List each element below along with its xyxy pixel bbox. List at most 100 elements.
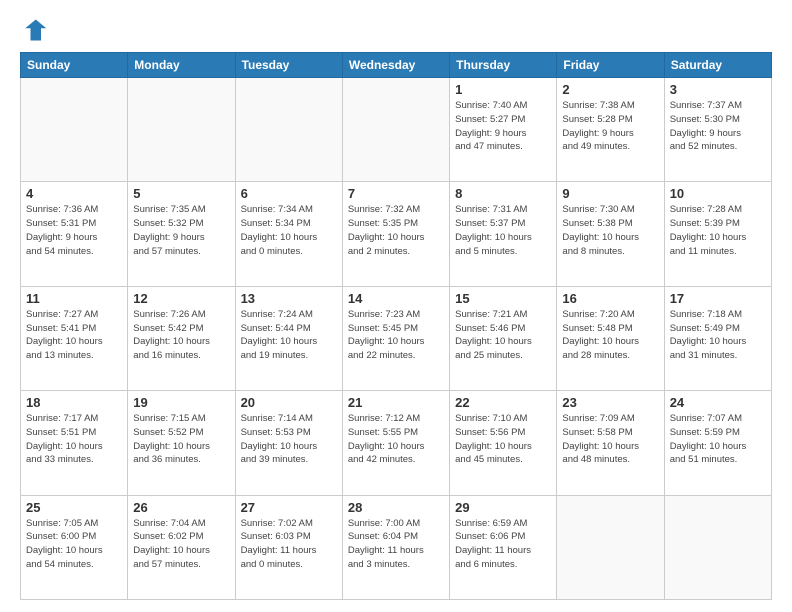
calendar-table: SundayMondayTuesdayWednesdayThursdayFrid… (20, 52, 772, 600)
day-info: Sunrise: 7:05 AM Sunset: 6:00 PM Dayligh… (26, 517, 122, 572)
calendar-cell: 12 Sunrise: 7:26 AM Sunset: 5:42 PM Dayli… (128, 286, 235, 390)
day-number: 3 (670, 82, 766, 97)
day-info: Sunrise: 7:18 AM Sunset: 5:49 PM Dayligh… (670, 308, 766, 363)
day-number: 21 (348, 395, 444, 410)
calendar-cell: 13Sunrise: 7:24 AM Sunset: 5:44 PM Dayli… (235, 286, 342, 390)
weekday-header-monday: Monday (128, 53, 235, 78)
day-info: Sunrise: 7:26 AM Sunset: 5:42 PM Dayligh… (133, 308, 229, 363)
day-info: Sunrise: 7:40 AM Sunset: 5:27 PM Dayligh… (455, 99, 551, 154)
calendar-cell: 3 Sunrise: 7:37 AM Sunset: 5:30 PM Daylig… (664, 78, 771, 182)
calendar-week-row: 25 Sunrise: 7:05 AM Sunset: 6:00 PM Dayli… (21, 495, 772, 599)
calendar-cell: 5Sunrise: 7:35 AM Sunset: 5:32 PM Daylig… (128, 182, 235, 286)
calendar-cell: 22 Sunrise: 7:10 AM Sunset: 5:56 PM Dayli… (450, 391, 557, 495)
day-number: 16 (562, 291, 658, 306)
calendar-cell: 29Sunrise: 6:59 AM Sunset: 6:06 PM Dayli… (450, 495, 557, 599)
day-number: 2 (562, 82, 658, 97)
day-info: Sunrise: 7:27 AM Sunset: 5:41 PM Dayligh… (26, 308, 122, 363)
day-number: 20 (241, 395, 337, 410)
calendar-cell: 8 Sunrise: 7:31 AM Sunset: 5:37 PM Daylig… (450, 182, 557, 286)
calendar-cell: 11 Sunrise: 7:27 AM Sunset: 5:41 PM Dayli… (21, 286, 128, 390)
calendar-cell (235, 78, 342, 182)
calendar-cell: 24 Sunrise: 7:07 AM Sunset: 5:59 PM Dayli… (664, 391, 771, 495)
day-info: Sunrise: 7:38 AM Sunset: 5:28 PM Dayligh… (562, 99, 658, 154)
day-number: 28 (348, 500, 444, 515)
day-info: Sunrise: 7:10 AM Sunset: 5:56 PM Dayligh… (455, 412, 551, 467)
day-info: Sunrise: 7:07 AM Sunset: 5:59 PM Dayligh… (670, 412, 766, 467)
weekday-header-saturday: Saturday (664, 53, 771, 78)
day-number: 11 (26, 291, 122, 306)
day-number: 5 (133, 186, 229, 201)
weekday-header-wednesday: Wednesday (342, 53, 449, 78)
day-info: Sunrise: 7:17 AM Sunset: 5:51 PM Dayligh… (26, 412, 122, 467)
day-number: 17 (670, 291, 766, 306)
calendar-cell (557, 495, 664, 599)
day-info: Sunrise: 7:02 AM Sunset: 6:03 PM Dayligh… (241, 517, 337, 572)
calendar-cell: 19Sunrise: 7:15 AM Sunset: 5:52 PM Dayli… (128, 391, 235, 495)
day-info: Sunrise: 7:31 AM Sunset: 5:37 PM Dayligh… (455, 203, 551, 258)
calendar-cell: 7 Sunrise: 7:32 AM Sunset: 5:35 PM Daylig… (342, 182, 449, 286)
day-number: 25 (26, 500, 122, 515)
day-number: 13 (241, 291, 337, 306)
calendar-cell: 21 Sunrise: 7:12 AM Sunset: 5:55 PM Dayli… (342, 391, 449, 495)
calendar-cell: 15 Sunrise: 7:21 AM Sunset: 5:46 PM Dayli… (450, 286, 557, 390)
day-number: 26 (133, 500, 229, 515)
day-number: 12 (133, 291, 229, 306)
day-number: 9 (562, 186, 658, 201)
weekday-header-sunday: Sunday (21, 53, 128, 78)
day-number: 8 (455, 186, 551, 201)
calendar-cell: 27 Sunrise: 7:02 AM Sunset: 6:03 PM Dayli… (235, 495, 342, 599)
calendar-week-row: 1Sunrise: 7:40 AM Sunset: 5:27 PM Daylig… (21, 78, 772, 182)
day-number: 22 (455, 395, 551, 410)
day-number: 15 (455, 291, 551, 306)
calendar-cell: 6 Sunrise: 7:34 AM Sunset: 5:34 PM Daylig… (235, 182, 342, 286)
day-info: Sunrise: 7:09 AM Sunset: 5:58 PM Dayligh… (562, 412, 658, 467)
calendar-cell: 1Sunrise: 7:40 AM Sunset: 5:27 PM Daylig… (450, 78, 557, 182)
day-number: 19 (133, 395, 229, 410)
calendar-cell: 14Sunrise: 7:23 AM Sunset: 5:45 PM Dayli… (342, 286, 449, 390)
day-info: Sunrise: 7:04 AM Sunset: 6:02 PM Dayligh… (133, 517, 229, 572)
calendar-cell: 10 Sunrise: 7:28 AM Sunset: 5:39 PM Dayli… (664, 182, 771, 286)
calendar-cell: 26 Sunrise: 7:04 AM Sunset: 6:02 PM Dayli… (128, 495, 235, 599)
day-info: Sunrise: 7:37 AM Sunset: 5:30 PM Dayligh… (670, 99, 766, 154)
day-number: 10 (670, 186, 766, 201)
day-number: 7 (348, 186, 444, 201)
calendar-cell: 9 Sunrise: 7:30 AM Sunset: 5:38 PM Daylig… (557, 182, 664, 286)
day-info: Sunrise: 7:32 AM Sunset: 5:35 PM Dayligh… (348, 203, 444, 258)
logo-icon (20, 16, 48, 44)
day-info: Sunrise: 7:14 AM Sunset: 5:53 PM Dayligh… (241, 412, 337, 467)
calendar-cell: 23 Sunrise: 7:09 AM Sunset: 5:58 PM Dayli… (557, 391, 664, 495)
weekday-header-thursday: Thursday (450, 53, 557, 78)
day-info: Sunrise: 7:21 AM Sunset: 5:46 PM Dayligh… (455, 308, 551, 363)
calendar-cell: 2 Sunrise: 7:38 AM Sunset: 5:28 PM Daylig… (557, 78, 664, 182)
day-number: 6 (241, 186, 337, 201)
calendar-cell (128, 78, 235, 182)
weekday-header-row: SundayMondayTuesdayWednesdayThursdayFrid… (21, 53, 772, 78)
calendar-cell: 4Sunrise: 7:36 AM Sunset: 5:31 PM Daylig… (21, 182, 128, 286)
day-number: 27 (241, 500, 337, 515)
day-info: Sunrise: 7:34 AM Sunset: 5:34 PM Dayligh… (241, 203, 337, 258)
calendar-cell: 20 Sunrise: 7:14 AM Sunset: 5:53 PM Dayli… (235, 391, 342, 495)
day-info: Sunrise: 7:30 AM Sunset: 5:38 PM Dayligh… (562, 203, 658, 258)
day-info: Sunrise: 7:28 AM Sunset: 5:39 PM Dayligh… (670, 203, 766, 258)
calendar-cell (342, 78, 449, 182)
calendar-cell: 17 Sunrise: 7:18 AM Sunset: 5:49 PM Dayli… (664, 286, 771, 390)
calendar-week-row: 18 Sunrise: 7:17 AM Sunset: 5:51 PM Dayli… (21, 391, 772, 495)
weekday-header-friday: Friday (557, 53, 664, 78)
page: SundayMondayTuesdayWednesdayThursdayFrid… (0, 0, 792, 612)
weekday-header-tuesday: Tuesday (235, 53, 342, 78)
day-number: 18 (26, 395, 122, 410)
day-info: Sunrise: 7:20 AM Sunset: 5:48 PM Dayligh… (562, 308, 658, 363)
logo (20, 16, 52, 44)
header (20, 16, 772, 44)
calendar-week-row: 11 Sunrise: 7:27 AM Sunset: 5:41 PM Dayli… (21, 286, 772, 390)
calendar-cell: 28 Sunrise: 7:00 AM Sunset: 6:04 PM Dayli… (342, 495, 449, 599)
day-info: Sunrise: 7:00 AM Sunset: 6:04 PM Dayligh… (348, 517, 444, 572)
day-number: 14 (348, 291, 444, 306)
calendar-cell: 25 Sunrise: 7:05 AM Sunset: 6:00 PM Dayli… (21, 495, 128, 599)
day-number: 23 (562, 395, 658, 410)
day-number: 24 (670, 395, 766, 410)
calendar-cell (664, 495, 771, 599)
day-info: Sunrise: 7:36 AM Sunset: 5:31 PM Dayligh… (26, 203, 122, 258)
day-info: Sunrise: 7:12 AM Sunset: 5:55 PM Dayligh… (348, 412, 444, 467)
day-number: 29 (455, 500, 551, 515)
